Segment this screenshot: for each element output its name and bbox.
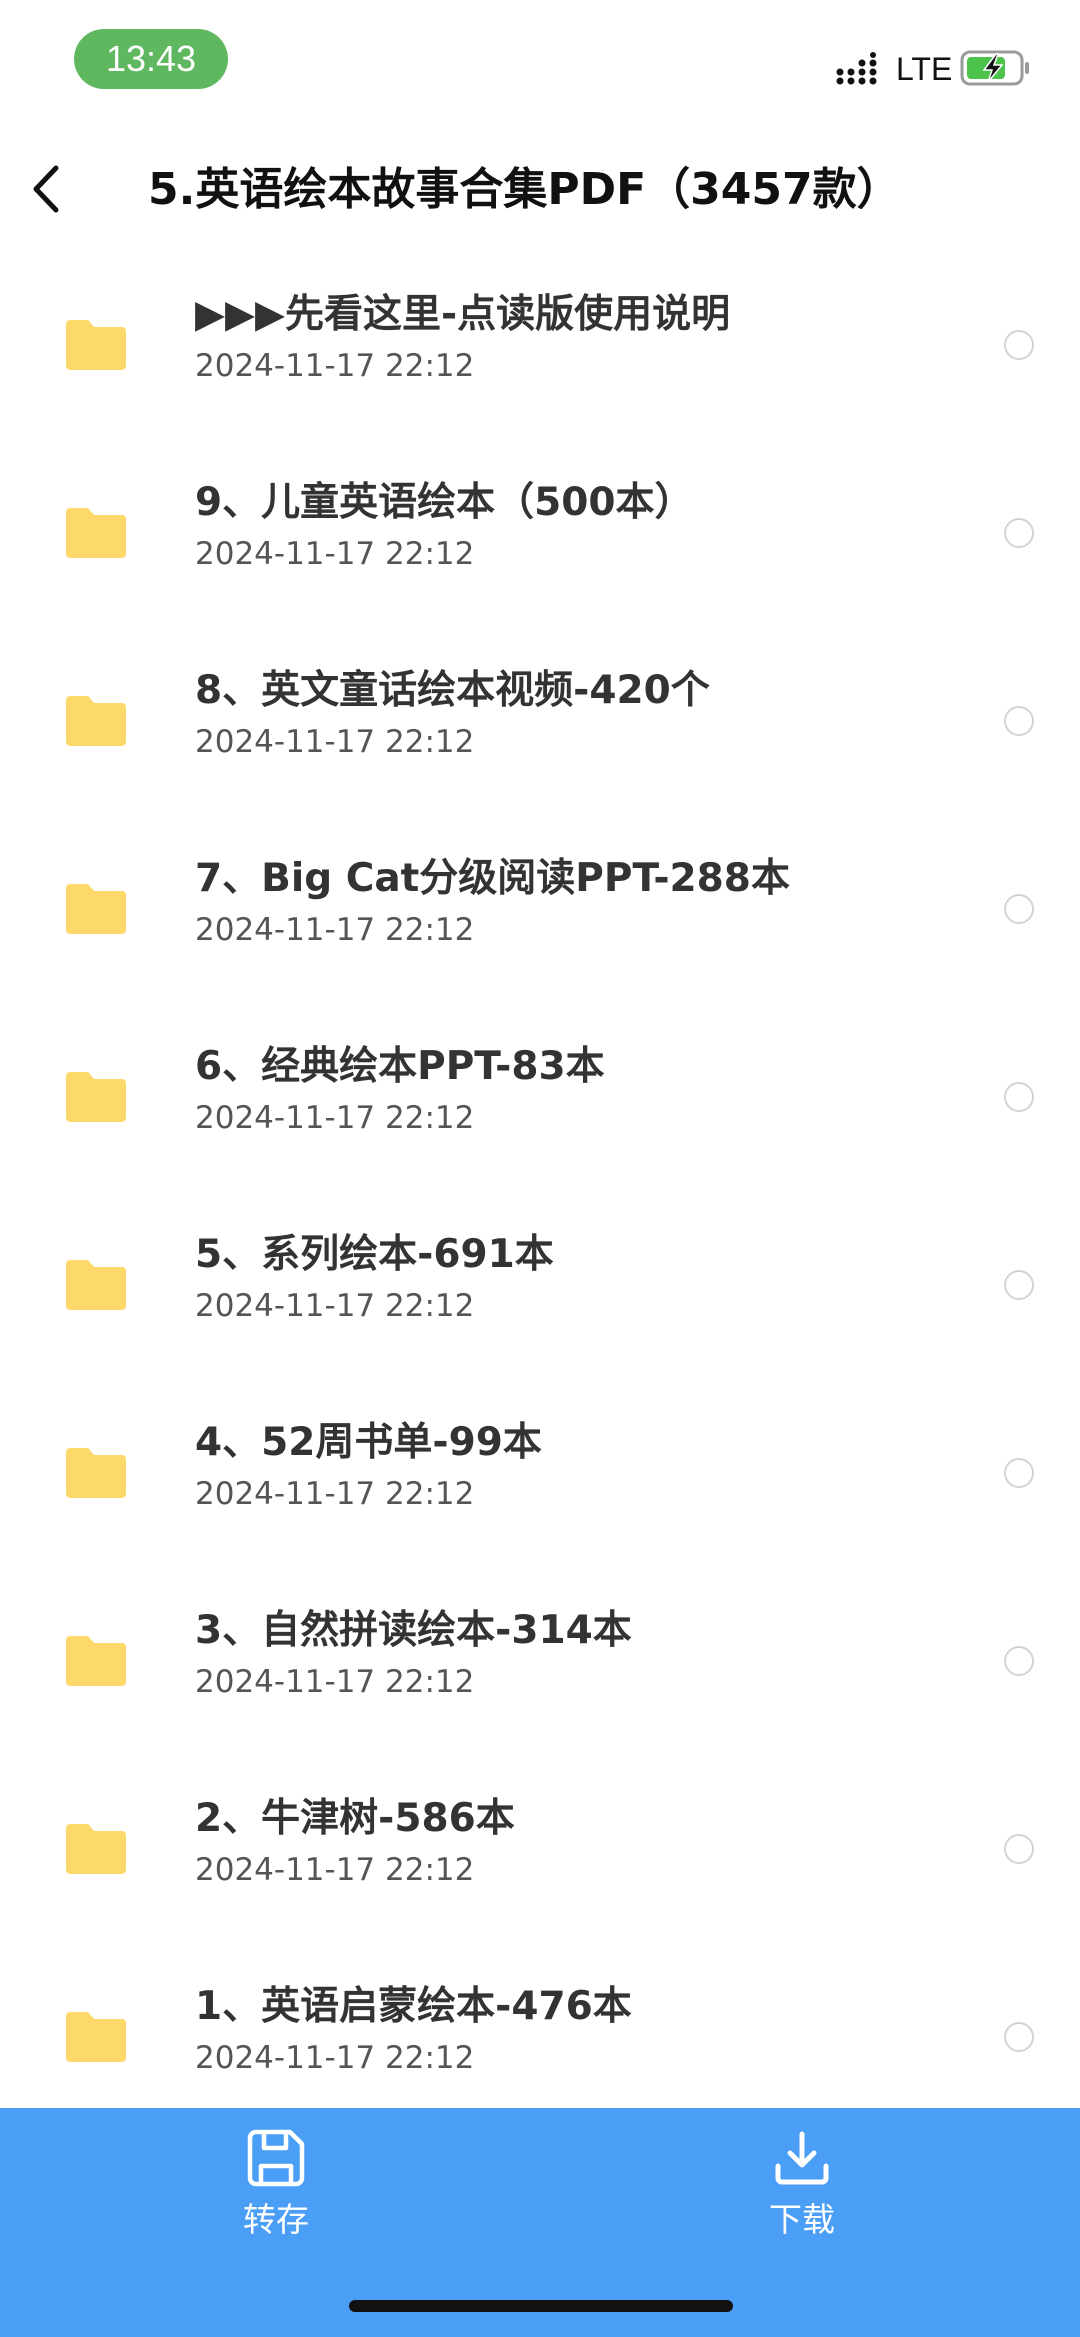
folder-icon	[66, 320, 126, 370]
network-type: LTE	[896, 51, 953, 87]
folder-date: 2024-11-17 22:12	[195, 348, 475, 384]
folder-row[interactable]: ▶▶▶先看这里-点读版使用说明 2024-11-17 22:12	[0, 270, 1080, 458]
folder-icon	[66, 696, 126, 746]
folder-row[interactable]: 9、儿童英语绘本（500本） 2024-11-17 22:12	[0, 458, 1080, 646]
folder-row[interactable]: 4、52周书单-99本 2024-11-17 22:12	[0, 1398, 1080, 1586]
folder-icon	[66, 2012, 126, 2062]
folder-row[interactable]: 1、英语启蒙绘本-476本 2024-11-17 22:12	[0, 1962, 1080, 2108]
download-button[interactable]: 下载	[702, 2128, 902, 2268]
folder-row[interactable]: 2、牛津树-586本 2024-11-17 22:12	[0, 1774, 1080, 1962]
folder-icon	[66, 1260, 126, 1310]
chevron-left-icon[interactable]	[18, 154, 78, 224]
folder-icon	[66, 1824, 126, 1874]
folder-name: ▶▶▶先看这里-点读版使用说明	[195, 292, 731, 337]
folder-date: 2024-11-17 22:12	[195, 724, 475, 760]
folder-icon	[66, 1072, 126, 1122]
page-title: 5.英语绘本故事合集PDF（3457款）	[148, 164, 901, 215]
nav-header: 5.英语绘本故事合集PDF（3457款）	[0, 140, 1080, 240]
home-indicator	[349, 2300, 733, 2312]
folder-icon	[66, 508, 126, 558]
folder-row[interactable]: 6、经典绘本PPT-83本 2024-11-17 22:12	[0, 1022, 1080, 1210]
folder-icon	[66, 1636, 126, 1686]
folder-icon	[66, 1448, 126, 1498]
select-radio[interactable]	[1004, 1082, 1034, 1112]
folder-date: 2024-11-17 22:12	[195, 1852, 475, 1888]
select-radio[interactable]	[1004, 1646, 1034, 1676]
signal-bars-icon	[836, 52, 877, 85]
folder-row[interactable]: 3、自然拼读绘本-314本 2024-11-17 22:12	[0, 1586, 1080, 1774]
folder-row[interactable]: 8、英文童话绘本视频-420个 2024-11-17 22:12	[0, 646, 1080, 834]
folder-name: 6、经典绘本PPT-83本	[195, 1044, 605, 1089]
folder-date: 2024-11-17 22:12	[195, 2040, 475, 2076]
folder-date: 2024-11-17 22:12	[195, 1100, 475, 1136]
select-radio[interactable]	[1004, 1458, 1034, 1488]
folder-date: 2024-11-17 22:12	[195, 1476, 475, 1512]
folder-name: 4、52周书单-99本	[195, 1420, 542, 1465]
folder-name: 5、系列绘本-691本	[195, 1232, 554, 1277]
battery-charging-icon	[960, 50, 1029, 86]
status-time: 13:43	[74, 29, 228, 89]
select-radio[interactable]	[1004, 894, 1034, 924]
folder-icon	[66, 884, 126, 934]
folder-row[interactable]: 7、Big Cat分级阅读PPT-288本 2024-11-17 22:12	[0, 834, 1080, 1022]
select-radio[interactable]	[1004, 330, 1034, 360]
save-button[interactable]: 转存	[176, 2128, 376, 2268]
folder-date: 2024-11-17 22:12	[195, 1288, 475, 1324]
folder-name: 8、英文童话绘本视频-420个	[195, 668, 710, 713]
folder-name: 3、自然拼读绘本-314本	[195, 1608, 632, 1653]
save-label: 转存	[243, 2200, 309, 2239]
folder-list: ▶▶▶先看这里-点读版使用说明 2024-11-17 22:12 9、儿童英语绘…	[0, 270, 1080, 2108]
folder-date: 2024-11-17 22:12	[195, 536, 475, 572]
select-radio[interactable]	[1004, 1270, 1034, 1300]
save-disk-icon	[247, 2129, 305, 2187]
folder-name: 7、Big Cat分级阅读PPT-288本	[195, 856, 790, 901]
folder-row[interactable]: 5、系列绘本-691本 2024-11-17 22:12	[0, 1210, 1080, 1398]
download-label: 下载	[769, 2200, 835, 2239]
folder-name: 9、儿童英语绘本（500本）	[195, 480, 694, 525]
folder-date: 2024-11-17 22:12	[195, 1664, 475, 1700]
select-radio[interactable]	[1004, 518, 1034, 548]
download-icon	[775, 2131, 829, 2185]
folder-date: 2024-11-17 22:12	[195, 912, 475, 948]
folder-name: 1、英语启蒙绘本-476本	[195, 1984, 632, 2029]
folder-name: 2、牛津树-586本	[195, 1796, 515, 1841]
select-radio[interactable]	[1004, 2022, 1034, 2052]
select-radio[interactable]	[1004, 706, 1034, 736]
status-bar: 13:43 LTE	[0, 0, 1080, 120]
select-radio[interactable]	[1004, 1834, 1034, 1864]
